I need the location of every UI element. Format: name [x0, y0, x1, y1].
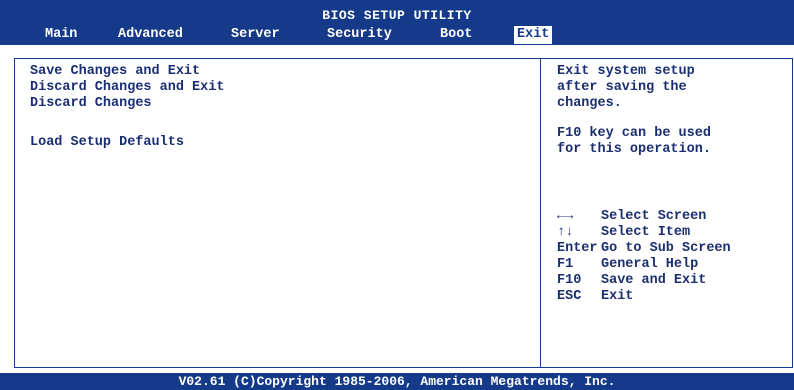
bios-title: BIOS SETUP UTILITY	[322, 8, 472, 23]
menu-item-save-changes-and-exit[interactable]: Save Changes and Exit	[30, 64, 200, 79]
key-action: General Help	[601, 257, 699, 272]
help-text-line: Exit system setup	[557, 64, 695, 79]
key-legend-row: ←→ Select Screen	[557, 209, 706, 224]
key-action: Save and Exit	[601, 273, 707, 288]
help-text-line: changes.	[557, 96, 622, 111]
up-down-arrows-icon: ↑↓	[557, 225, 574, 240]
tab-advanced[interactable]: Advanced	[118, 26, 183, 44]
menu-item-discard-changes[interactable]: Discard Changes	[30, 96, 152, 111]
tab-security[interactable]: Security	[327, 26, 392, 44]
key-label: F1	[557, 257, 574, 272]
key-action: Go to Sub Screen	[601, 241, 731, 256]
key-legend-row: Enter Go to Sub Screen	[557, 241, 731, 256]
key-legend-row: F1 General Help	[557, 257, 698, 272]
tab-exit[interactable]: Exit	[514, 26, 553, 44]
key-legend-row: ESC Exit	[557, 289, 633, 304]
top-bar: BIOS SETUP UTILITY Main Advanced Server …	[0, 0, 794, 45]
panel-divider	[540, 58, 541, 368]
key-action: Exit	[601, 289, 634, 304]
help-text-line: for this operation.	[557, 142, 711, 157]
key-action: Select Screen	[601, 209, 707, 224]
menu-item-load-setup-defaults[interactable]: Load Setup Defaults	[30, 135, 184, 150]
tab-server[interactable]: Server	[231, 26, 280, 44]
key-label: F10	[557, 273, 582, 288]
copyright-footer: V02.61 (C)Copyright 1985-2006, American …	[0, 373, 794, 390]
help-text-line: F10 key can be used	[557, 126, 711, 141]
menu-item-discard-changes-and-exit[interactable]: Discard Changes and Exit	[30, 80, 224, 95]
main-frame: Save Changes and Exit Discard Changes an…	[0, 45, 794, 373]
tab-main[interactable]: Main	[45, 26, 77, 44]
key-label: Enter	[557, 241, 598, 256]
left-right-arrows-icon: ←→	[557, 209, 574, 224]
key-action: Select Item	[601, 225, 691, 240]
tab-boot[interactable]: Boot	[440, 26, 472, 44]
key-label: ESC	[557, 289, 582, 304]
key-legend-row: F10 Save and Exit	[557, 273, 706, 288]
help-text-line: after saving the	[557, 80, 687, 95]
key-legend-row: ↑↓ Select Item	[557, 225, 690, 240]
